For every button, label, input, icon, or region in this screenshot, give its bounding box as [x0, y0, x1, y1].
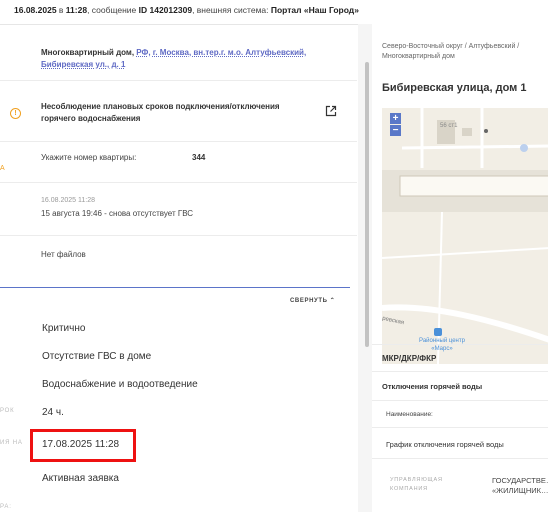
divider: [372, 344, 548, 345]
header-date: 16.08.2025: [14, 5, 57, 15]
apartment-row: Укажите номер квартиры: 344: [0, 142, 357, 183]
subject-row: A ! Несоблюдение плановых сроков подключ…: [0, 81, 357, 172]
divider: [372, 400, 548, 401]
problem-value: Отсутствие ГВС в доме: [42, 351, 152, 362]
chevron-up-icon: ⌃: [329, 298, 336, 304]
files-row: Нет файлов: [0, 236, 357, 286]
header-time: 11:28: [65, 5, 88, 15]
management-value: ГОСУДАРСТВЕ… «ЖИЛИЩНИК…: [492, 476, 548, 495]
address-row: Многоквартирный дом, РФ, г. Москва, вн.т…: [0, 25, 357, 81]
request-subject: Несоблюдение плановых сроков подключения…: [41, 102, 280, 123]
message-header-text: 16.08.2025 в 11:28, сообщение ID 1420123…: [14, 5, 359, 15]
house-info-panel: Северо-Восточный округ / Алтуфьевский / …: [372, 24, 548, 512]
apartment-value: 344: [192, 153, 206, 162]
zoom-in-button[interactable]: +: [390, 113, 401, 124]
request-details-panel: Многоквартирный дом, РФ, г. Москва, вн.т…: [0, 25, 357, 512]
header-system: Портал «Наш Город»: [270, 5, 359, 15]
apartment-label: Укажите номер квартиры:: [41, 153, 137, 162]
map-poi-label: Районный центр «Марс»: [419, 338, 465, 352]
breadcrumb: Северо-Восточный округ / Алтуфьевский / …: [382, 43, 520, 60]
comment-row: 16.08.2025 11:28 15 августа 19:46 - снов…: [0, 183, 357, 236]
deadline-value: 24 ч.: [42, 407, 64, 418]
highlight-box: [30, 429, 136, 462]
warning-icon: !: [10, 108, 21, 119]
priority-value: Критично: [42, 323, 86, 334]
comment-date: 16.08.2025 11:28: [41, 197, 95, 204]
outages-title: Отключения горячей воды: [382, 382, 483, 391]
header-message-id: ID 142012309: [138, 5, 193, 15]
management-label: УПРАВЛЯЮЩАЯ КОМПАНИЯ: [390, 477, 443, 492]
status-value: Активная заявка: [42, 473, 119, 484]
address-text: Многоквартирный дом, РФ, г. Москва, вн.т…: [41, 48, 307, 69]
map-building-label: 56 ст1: [440, 123, 458, 129]
collapse-button[interactable]: СВЕРНУТЬ ⌃: [290, 297, 335, 304]
mkr-title: МКР/ДКР/ФКР: [382, 354, 437, 363]
divider: [372, 371, 548, 372]
comment-text: 15 августа 19:46 - снова отсутствует ГВС: [41, 209, 194, 218]
section-divider: [0, 287, 350, 288]
map-canvas: [382, 108, 548, 364]
message-header-bar: 16.08.2025 в 11:28, сообщение ID 1420123…: [0, 0, 548, 25]
due-date-label: ИЯ НА: [0, 440, 23, 446]
name-label: Наименование:: [386, 411, 433, 418]
external-link-icon[interactable]: [325, 105, 337, 117]
scrollbar-thumb[interactable]: [365, 62, 369, 347]
no-files-text: Нет файлов: [41, 250, 86, 259]
category-value: Водоснабжение и водоотведение: [42, 379, 198, 390]
map-view[interactable]: + − 56 ст1 ревская Районный центр «Марс»: [382, 108, 548, 364]
map-poi-icon[interactable]: [434, 328, 442, 336]
house-title: Бибиревская улица, дом 1: [382, 82, 527, 94]
divider: [372, 458, 548, 459]
trailing-field-label: РА:: [0, 504, 12, 510]
outage-schedule-link[interactable]: График отключения горячей воды: [386, 440, 504, 449]
deadline-label: РОК: [0, 408, 15, 414]
divider: [372, 427, 548, 428]
zoom-out-button[interactable]: −: [390, 125, 401, 136]
